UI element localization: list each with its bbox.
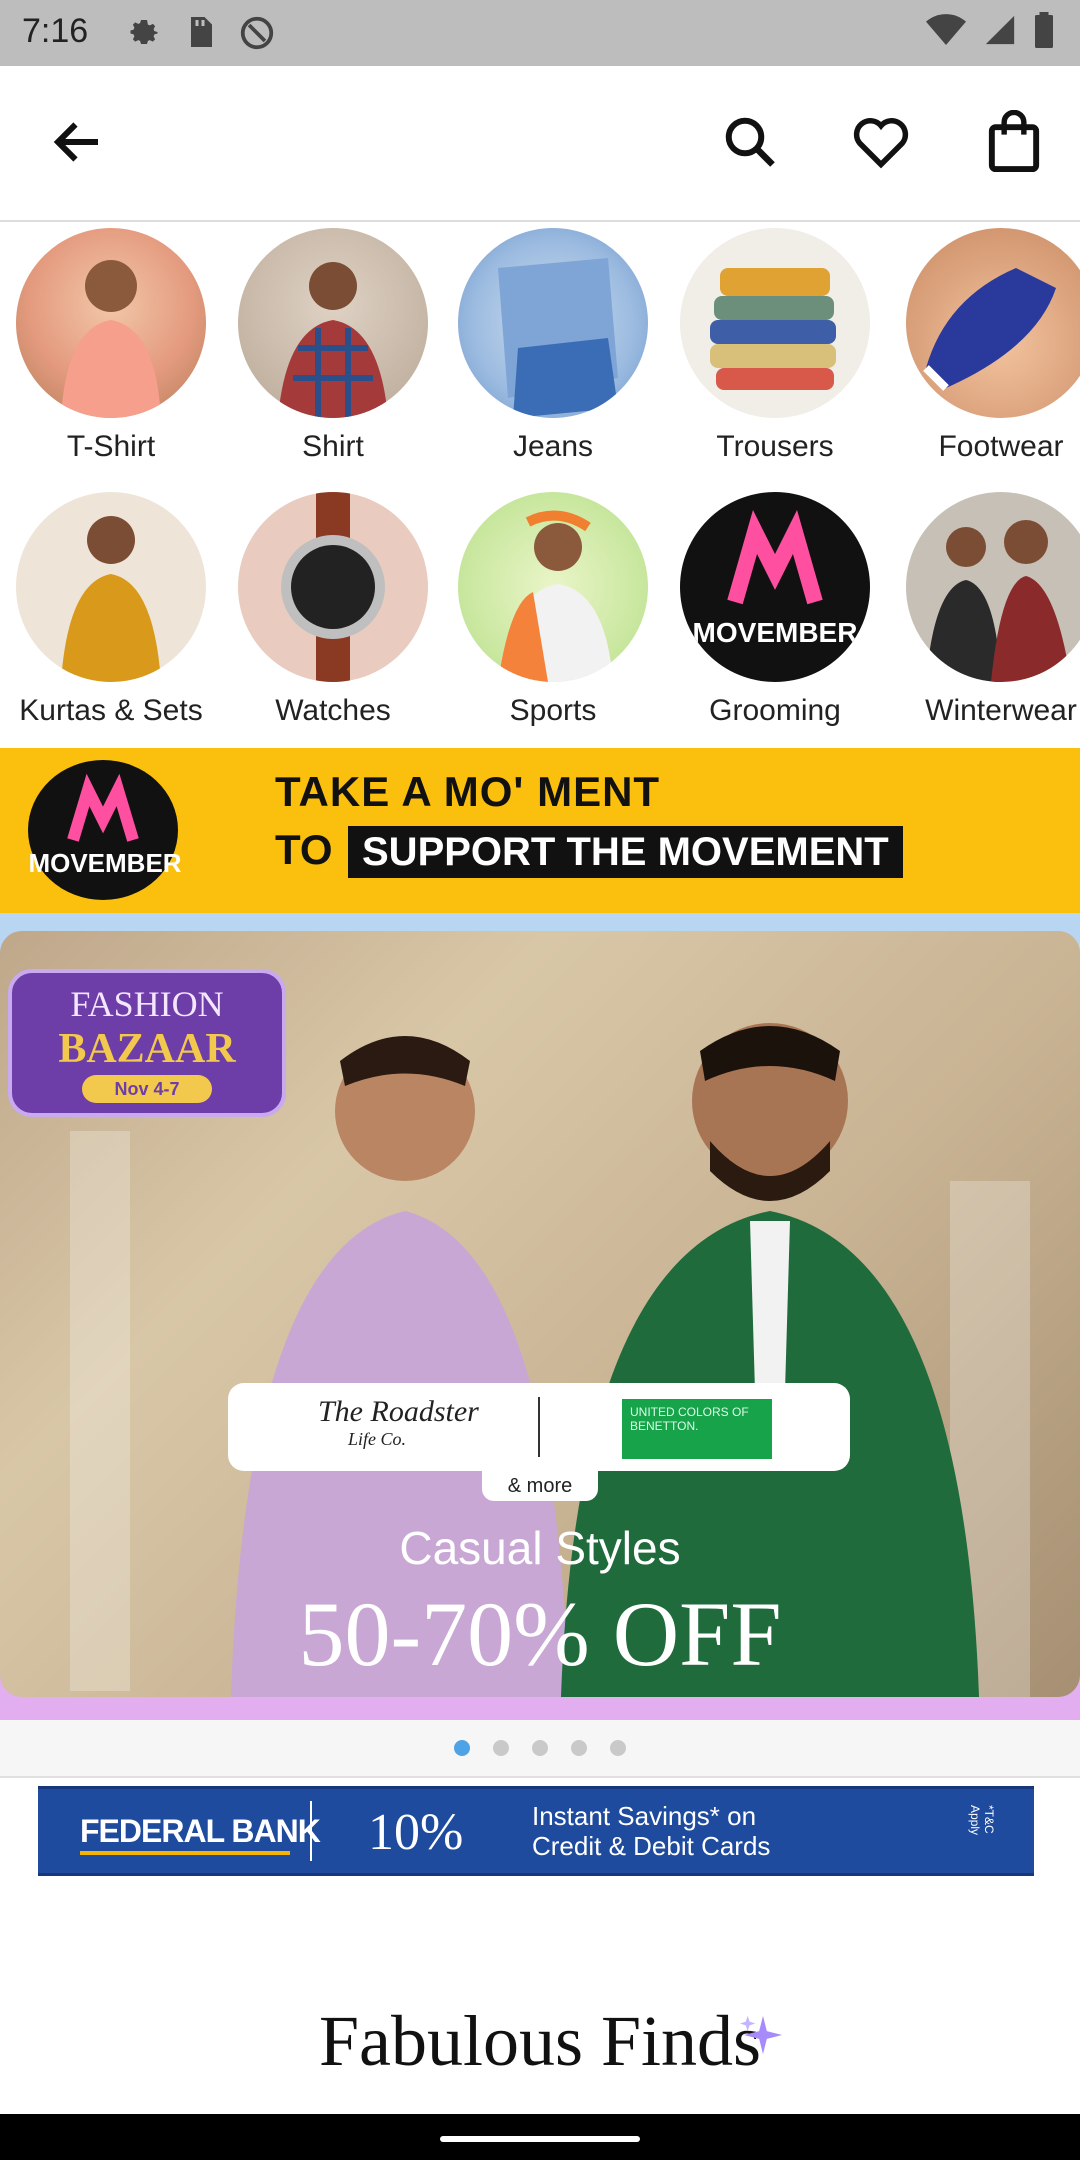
- hero-slide[interactable]: FASHION BAZAAR Nov 4-7 The Roadster Life…: [0, 931, 1080, 1697]
- badge-line1: FASHION: [70, 984, 224, 1024]
- category-tshirt[interactable]: T-Shirt: [6, 228, 216, 464]
- category-label: Grooming: [709, 694, 841, 727]
- hero-offer: 50-70% OFF: [298, 1583, 782, 1685]
- category-label: Kurtas & Sets: [19, 694, 203, 727]
- movember-tagline: SUPPORT THE MOVEMENT: [348, 826, 903, 878]
- search-icon[interactable]: [720, 112, 780, 172]
- carousel-indicator: [0, 1720, 1080, 1778]
- category-kurtas[interactable]: Kurtas & Sets: [6, 492, 216, 728]
- fashion-bazaar-badge: FASHION BAZAAR Nov 4-7: [8, 969, 286, 1117]
- category-trousers[interactable]: Trousers: [670, 228, 880, 464]
- movember-logo-text: MOVEMBER: [28, 848, 182, 878]
- category-image: [458, 228, 648, 418]
- category-label: Winterwear: [925, 694, 1077, 727]
- brand-more-label: & more: [482, 1471, 598, 1501]
- carousel-dot[interactable]: [493, 1740, 509, 1756]
- svg-text:MOVEMBER: MOVEMBER: [693, 617, 858, 648]
- brand-roadster-sub: Life Co.: [348, 1429, 407, 1449]
- carousel-dot[interactable]: [532, 1740, 548, 1756]
- back-arrow-icon[interactable]: [48, 112, 108, 172]
- bank-terms: *T&C Apply: [968, 1805, 996, 1836]
- sparkle-icon: [740, 2015, 783, 2055]
- bank-percent: 10%: [368, 1804, 464, 1861]
- brand-logos-box: The Roadster Life Co. UNITED COLORS OF B…: [228, 1383, 850, 1471]
- signal-icon: [985, 15, 1015, 45]
- category-label: Shirt: [302, 430, 364, 463]
- hero-carousel[interactable]: FASHION BAZAAR Nov 4-7 The Roadster Life…: [0, 913, 1080, 1720]
- category-label: Trousers: [716, 430, 834, 463]
- category-image: [458, 492, 648, 682]
- movember-headline: TAKE A MO' MENT: [275, 768, 661, 815]
- carousel-dot[interactable]: [571, 1740, 587, 1756]
- category-jeans[interactable]: Jeans: [448, 228, 658, 464]
- status-icons-right: [926, 12, 1054, 48]
- hero-subtitle: Casual Styles: [399, 1522, 681, 1574]
- brand-divider: [538, 1397, 540, 1457]
- brand-benetton-logo: UNITED COLORS OF BENETTON.: [622, 1399, 772, 1459]
- bank-underline: [80, 1851, 290, 1855]
- badge-dates: Nov 4-7: [82, 1075, 212, 1103]
- badge-line2: BAZAAR: [58, 1026, 236, 1072]
- category-image: [238, 492, 428, 682]
- battery-icon: [1035, 12, 1053, 48]
- category-sports[interactable]: Sports: [448, 492, 658, 728]
- status-time: 7:16: [22, 12, 89, 50]
- category-label: Watches: [275, 694, 391, 727]
- category-label: Jeans: [512, 430, 594, 463]
- sd-card-icon: [191, 17, 212, 47]
- bank-offer-text: Instant Savings* on Credit & Debit Cards: [532, 1801, 771, 1861]
- category-shirt[interactable]: Shirt: [228, 228, 438, 464]
- category-winterwear[interactable]: Winterwear: [896, 492, 1080, 728]
- movember-banner[interactable]: MOVEMBER TAKE A MO' MENT TO SUPPORT THE …: [0, 748, 1080, 913]
- bag-icon[interactable]: [984, 110, 1044, 174]
- brand-roadster-logo: The Roadster: [318, 1395, 479, 1428]
- bank-divider: [310, 1801, 312, 1861]
- status-icons-left: [126, 14, 276, 52]
- category-grid: T-Shirt Shirt Jeans Trousers Footwear Ku…: [0, 222, 1080, 748]
- category-image: [16, 228, 206, 418]
- system-nav-bar: [0, 2114, 1080, 2160]
- category-label: Footwear: [938, 430, 1064, 463]
- category-image: [16, 492, 206, 682]
- section-title: Fabulous Finds: [318, 2001, 762, 2081]
- category-image: [680, 228, 870, 418]
- status-bar: 7:16: [0, 0, 1080, 66]
- category-watches[interactable]: Watches: [228, 492, 438, 728]
- home-gesture-handle[interactable]: [440, 2136, 640, 2142]
- carousel-dot-active[interactable]: [454, 1740, 470, 1756]
- gear-icon: [130, 20, 158, 45]
- wifi-icon: [926, 14, 966, 45]
- category-label: T-Shirt: [66, 430, 156, 463]
- category-image: MOVEMBER: [680, 492, 870, 682]
- at-sign-icon: [240, 16, 274, 50]
- category-image: [906, 492, 1080, 682]
- bank-name: FEDERAL BANK: [80, 1813, 321, 1849]
- category-footwear[interactable]: Footwear: [896, 228, 1080, 464]
- category-image: [906, 228, 1080, 418]
- movember-to: TO: [275, 826, 333, 873]
- category-label: Sports: [509, 694, 597, 727]
- category-grooming[interactable]: MOVEMBER Grooming: [670, 492, 880, 728]
- carousel-dot[interactable]: [610, 1740, 626, 1756]
- bank-offer-banner[interactable]: FEDERAL BANK 10% Instant Savings* on Cre…: [38, 1786, 1034, 1876]
- category-image: [238, 228, 428, 418]
- app-bar: [0, 66, 1080, 222]
- heart-icon[interactable]: [850, 112, 912, 172]
